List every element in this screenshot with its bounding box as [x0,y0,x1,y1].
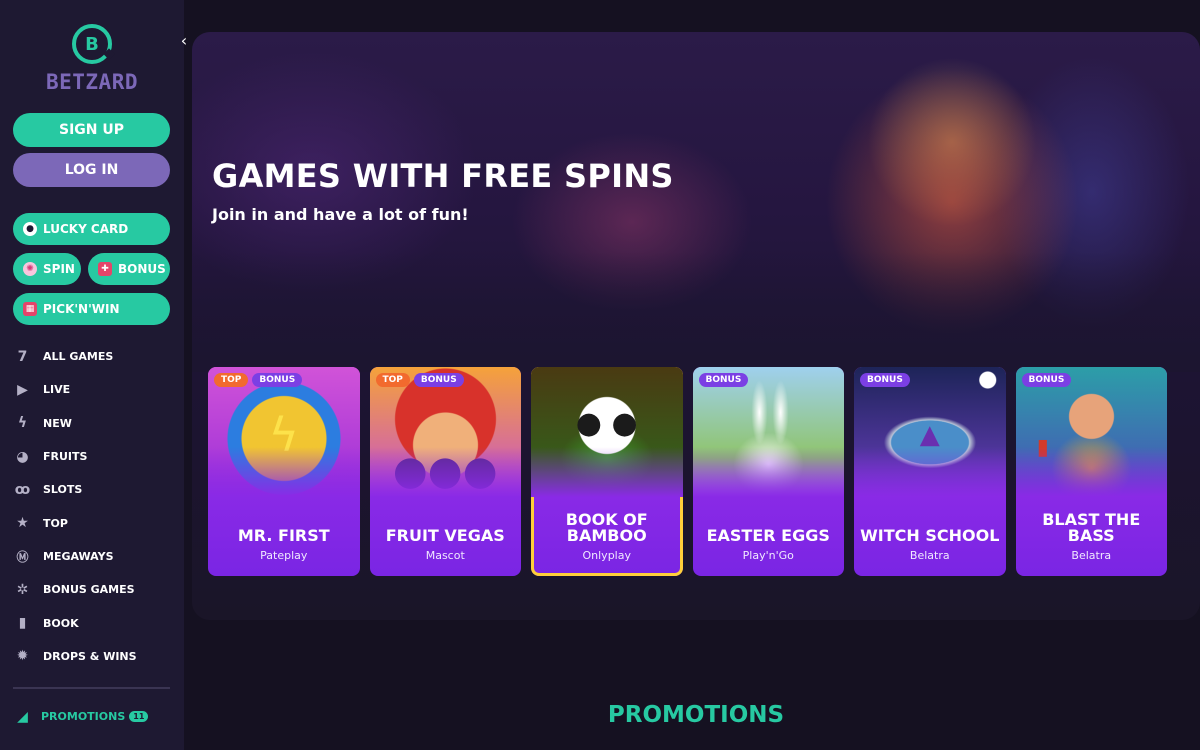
bonus-badge: BONUS [698,373,749,387]
sign-up-button[interactable]: SIGN UP [13,113,170,147]
game-provider: Pateplay [260,549,308,562]
spin-wheel-icon: ✺ [23,262,37,276]
bonus-badge: BONUS [860,373,910,387]
lightning-icon: ϟ [268,407,299,462]
spin-label: SPIN [43,262,75,276]
game-cards: ϟ TOP BONUS MR. FIRST Pateplay ●●● TOP B… [208,367,1167,576]
game-card-blast-the-bass[interactable]: ▮ BONUS BLAST THE BASS Belatra [1015,367,1167,576]
gift-icon: ✲ [16,581,29,598]
promotions-section-title: PROMOTIONS [607,702,785,728]
nav-item-label: MEGAWAYS [43,549,114,563]
top-badge: TOP [214,373,249,387]
game-provider: Belatra [1071,549,1112,562]
nav-item-fruits[interactable]: ◕ FRUITS [14,440,174,473]
spin-button[interactable]: ✺ SPIN [13,253,81,285]
bonus-badge: BONUS [252,373,303,387]
bonus-badge: BONUS [1021,373,1072,387]
witch-icon: ▲ [919,419,940,450]
nav-item-label: NEW [43,416,72,430]
drops-icon: ✹ [16,648,29,665]
nav-item-label: BOOK [43,616,79,630]
nav-item-label: LIVE [43,383,71,397]
nav-item-label: PROMOTIONS [41,710,126,723]
log-in-button[interactable]: LOG IN [13,153,170,187]
fruit-icon: ◕ [16,448,29,465]
game-card-easter-eggs[interactable]: BONUS EASTER EGGS Play'n'Go [692,367,844,576]
nav-item-book[interactable]: ▮ BOOK [14,606,174,639]
nav-item-label: TOP [43,516,68,530]
logo-text: BETZARD [45,70,138,94]
game-title: FRUIT VEGAS [385,526,505,545]
gift-box-icon: ✚ [98,262,112,276]
nav-item-label: FRUITS [43,450,88,464]
game-title: BOOK OF BAMBOO [565,510,648,545]
nav-item-label: DROPS & WINS [43,649,137,663]
cherries-icon: ꝏ [14,481,31,498]
nav-item-drops-wins[interactable]: ✹ DROPS & WINS [14,640,174,673]
promotions-count-badge: 11 [129,711,149,722]
bonus-label: BONUS [118,262,166,276]
seven-icon: 7 [17,348,28,365]
nav-item-label: ALL GAMES [43,350,114,364]
game-provider: Mascot [425,549,465,562]
book-icon: ▮ [18,615,27,632]
game-card-mr-first[interactable]: ϟ TOP BONUS MR. FIRST Pateplay [208,367,360,576]
play-icon: ▶ [17,381,28,398]
game-category-nav: 7 ALL GAMES ▶ LIVE ϟ NEW ◕ FRUITS ꝏ SLOT… [14,340,174,673]
lucky-card-button[interactable]: ● LUCKY CARD [13,213,170,245]
game-title: EASTER EGGS [706,526,830,545]
logo-icon: B [72,24,112,64]
nav-item-label: BONUS GAMES [43,583,135,597]
sidebar-divider [13,687,170,689]
bonus-badge: BONUS [413,373,464,387]
sidebar: B BETZARD SIGN UP LOG IN ● LUCKY CARD ✺ … [0,0,184,750]
logo-letter: B [85,33,99,55]
megaways-icon: Ⓜ [16,549,29,564]
dynamite-icon: ▮ [1036,434,1049,460]
nav-item-top[interactable]: ★ TOP [14,506,174,539]
nav-item-megaways[interactable]: Ⓜ MEGAWAYS [14,540,174,573]
pick-n-win-button[interactable]: ▦ PICK'N'WIN [13,293,170,325]
chevron-left-icon: ‹ [180,30,188,50]
game-card-book-of-bamboo[interactable]: ● ● BOOK OF BAMBOO Onlyplay [531,367,683,576]
lucky-card-label: LUCKY CARD [43,222,129,236]
nav-item-label: SLOTS [43,483,83,497]
game-provider: Onlyplay [582,549,632,562]
pick-n-win-label: PICK'N'WIN [43,302,120,316]
bonus-button[interactable]: ✚ BONUS [88,253,170,285]
lucky-card-icon: ● [23,222,37,236]
star-icon: ★ [16,515,29,532]
logo[interactable]: B BETZARD [0,24,184,94]
nav-item-all-games[interactable]: 7 ALL GAMES [14,340,174,373]
game-title: WITCH SCHOOL [860,526,1000,545]
panda-icon: ● ● [575,406,638,442]
top-badge: TOP [375,373,410,387]
hero-banner: GAMES WITH FREE SPINS Join in and have a… [192,32,1200,620]
nav-item-slots[interactable]: ꝏ SLOTS [14,473,174,506]
lightning-icon: ϟ [17,415,28,432]
game-provider: Belatra [909,549,950,562]
game-title: MR. FIRST [237,526,330,545]
hero-subtitle: Join in and have a lot of fun! [212,205,469,224]
jester-icon: ●●● [392,448,498,494]
nav-item-bonus-games[interactable]: ✲ BONUS GAMES [14,573,174,606]
nav-item-live[interactable]: ▶ LIVE [14,373,174,406]
nav-item-promotions[interactable]: ◢ PROMOTIONS 11 [14,708,149,725]
megaphone-icon: ◢ [17,708,28,725]
game-card-witch-school[interactable]: ▲ BONUS WITCH SCHOOL Belatra [854,367,1006,576]
game-thumbnail: ● ● [531,367,683,497]
game-provider: Play'n'Go [742,549,794,562]
game-title: BLAST THE BASS [1042,510,1141,545]
hero-title: GAMES WITH FREE SPINS [212,157,674,195]
collapse-sidebar-button[interactable]: ‹ [176,30,192,50]
nav-item-new[interactable]: ϟ NEW [14,407,174,440]
hero-artwork [192,32,1200,372]
pick-card-icon: ▦ [23,302,37,316]
game-card-fruit-vegas[interactable]: ●●● TOP BONUS FRUIT VEGAS Mascot [369,367,521,576]
